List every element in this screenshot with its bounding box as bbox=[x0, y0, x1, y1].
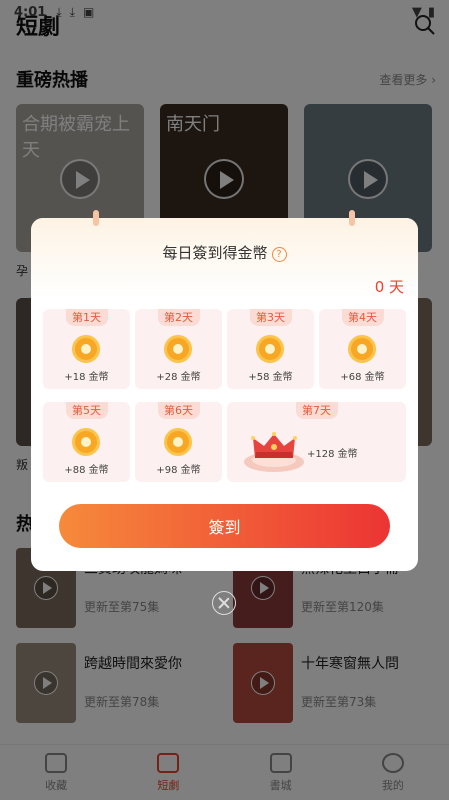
daily-checkin-dialog: 每日簽到得金幣? 0 天 第1天 +18 金幣 第2天 +28 金幣 第3天 +… bbox=[31, 210, 418, 571]
status-icons: ⤓ ⤓ ▣ bbox=[56, 5, 94, 20]
day-card-1[interactable]: 第1天 +18 金幣 bbox=[43, 309, 130, 389]
coin-icon bbox=[256, 335, 284, 363]
day-reward: +18 金幣 bbox=[64, 372, 109, 383]
coin-icon bbox=[348, 335, 376, 363]
day-label: 第3天 bbox=[249, 309, 292, 326]
coin-icon bbox=[72, 335, 100, 363]
day-reward: +68 金幣 bbox=[340, 372, 385, 383]
download-icon: ⤓ bbox=[69, 4, 75, 19]
day-card-3[interactable]: 第3天 +58 金幣 bbox=[227, 309, 314, 389]
day-reward: +58 金幣 bbox=[248, 372, 293, 383]
status-bar: 4:01 ⤓ ⤓ ▣ ▼ ▮ bbox=[0, 0, 449, 24]
day-reward: +28 金幣 bbox=[156, 372, 201, 383]
day-reward: +128 金幣 bbox=[307, 449, 358, 460]
coin-icon bbox=[164, 335, 192, 363]
checkin-button[interactable]: 簽到 bbox=[59, 504, 390, 548]
help-icon[interactable]: ? bbox=[271, 247, 287, 262]
day-reward: +98 金幣 bbox=[156, 465, 201, 476]
coin-icon bbox=[72, 428, 100, 456]
crown-icon bbox=[244, 432, 304, 472]
wifi-icon: ▼ bbox=[411, 4, 422, 20]
system-icons: ▼ ▮ bbox=[412, 5, 435, 20]
close-icon[interactable] bbox=[212, 591, 236, 615]
a-icon: ▣ bbox=[82, 4, 95, 19]
day-card-6[interactable]: 第6天 +98 金幣 bbox=[135, 402, 222, 482]
day-label: 第1天 bbox=[65, 309, 108, 326]
day-label: 第7天 bbox=[295, 402, 338, 419]
day-label: 第4天 bbox=[341, 309, 384, 326]
day-label: 第5天 bbox=[65, 402, 108, 419]
dialog-title: 每日簽到得金幣? bbox=[31, 242, 418, 263]
day-card-4[interactable]: 第4天 +68 金幣 bbox=[319, 309, 406, 389]
day-reward: +88 金幣 bbox=[64, 465, 109, 476]
download-icon: ⤓ bbox=[56, 4, 62, 19]
day-label: 第2天 bbox=[157, 309, 200, 326]
checkin-days-count: 0 天 bbox=[374, 278, 404, 296]
day-label: 第6天 bbox=[157, 402, 200, 419]
battery-icon: ▮ bbox=[427, 4, 435, 20]
day-card-7[interactable]: 第7天 +128 金幣 bbox=[227, 402, 406, 482]
status-time: 4:01 bbox=[14, 4, 47, 20]
day-card-2[interactable]: 第2天 +28 金幣 bbox=[135, 309, 222, 389]
binder-ring bbox=[349, 210, 355, 226]
day-card-5[interactable]: 第5天 +88 金幣 bbox=[43, 402, 130, 482]
binder-ring bbox=[93, 210, 99, 226]
dialog-title-text: 每日簽到得金幣 bbox=[162, 244, 268, 262]
coin-icon bbox=[164, 428, 192, 456]
